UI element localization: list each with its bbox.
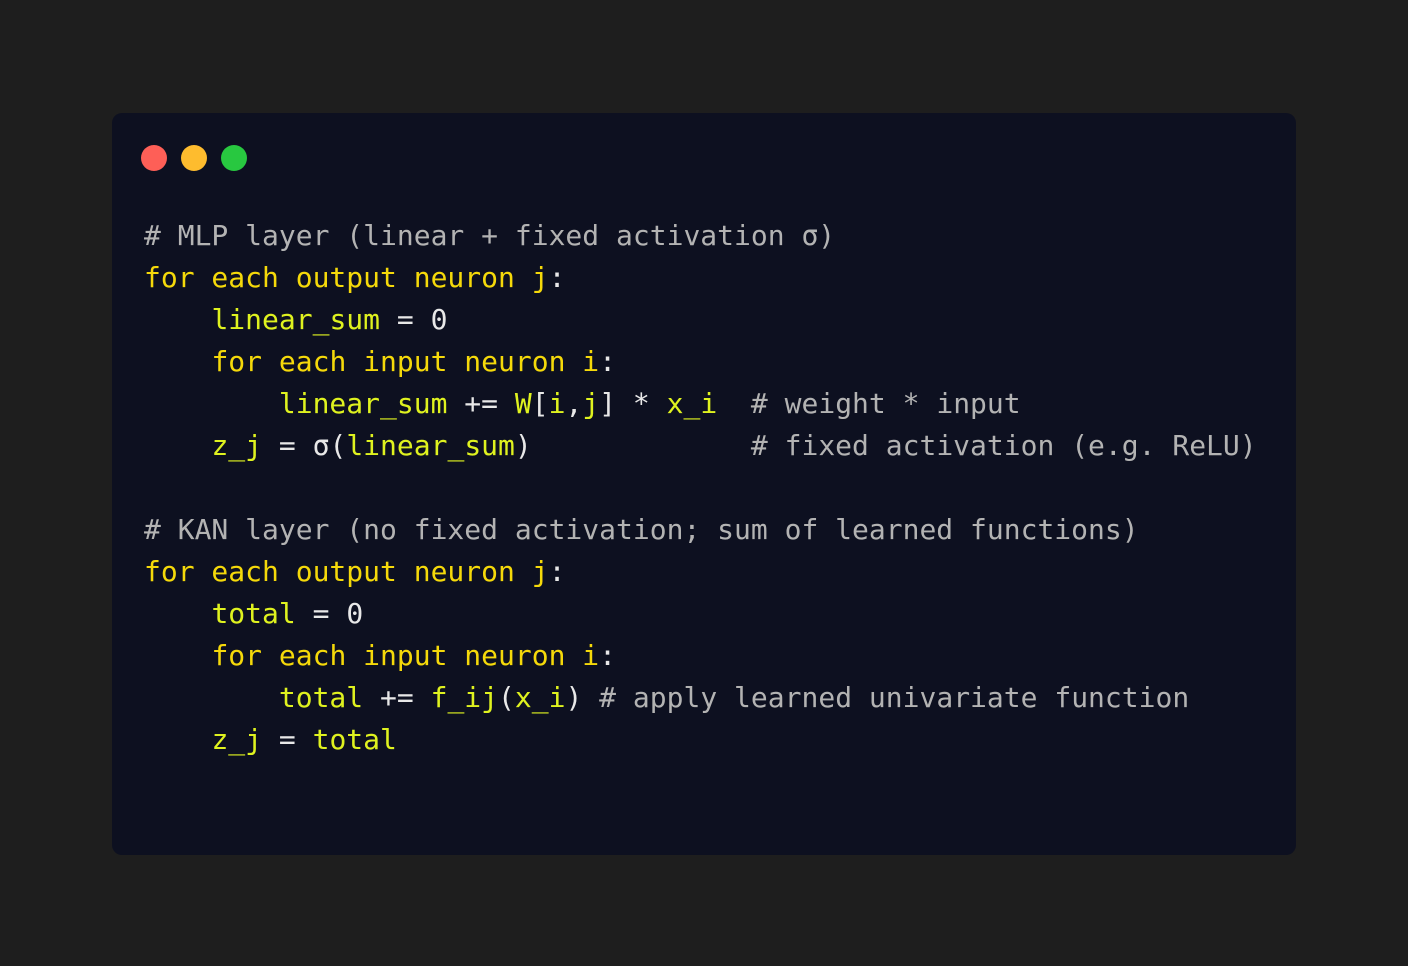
- code-token: # fixed activation (e.g. ReLU): [531, 429, 1257, 462]
- code-token: = σ(: [262, 429, 347, 462]
- code-token: linear_sum: [211, 303, 381, 336]
- code-token: ): [514, 429, 532, 462]
- code-token: ,: [565, 387, 583, 420]
- code-token: :: [548, 555, 566, 588]
- code-token: for each input neuron i: [211, 639, 600, 672]
- code-line: for each output neuron j:: [144, 257, 1257, 299]
- code-block: # MLP layer (linear + fixed activation σ…: [144, 215, 1257, 761]
- code-token: # KAN layer (no fixed activation; sum of…: [144, 513, 1139, 546]
- code-token: f_ij: [430, 681, 499, 714]
- code-token: i: [548, 387, 566, 420]
- code-token: 0: [430, 303, 448, 336]
- maximize-dot[interactable]: [221, 145, 247, 171]
- code-token: x_i: [666, 387, 718, 420]
- code-token: =: [295, 597, 347, 630]
- code-token: # apply learned univariate function: [582, 681, 1190, 714]
- code-token: =: [262, 723, 313, 756]
- code-token: z_j: [211, 723, 263, 756]
- code-token: (: [498, 681, 515, 714]
- code-line: # KAN layer (no fixed activation; sum of…: [144, 509, 1257, 551]
- code-line: linear_sum = 0: [144, 299, 1257, 341]
- window-controls: [141, 145, 247, 171]
- minimize-dot[interactable]: [181, 145, 207, 171]
- code-token: [: [531, 387, 549, 420]
- code-token: :: [599, 639, 617, 672]
- code-token: ): [565, 681, 583, 714]
- code-token: linear_sum: [346, 429, 515, 462]
- code-token: # MLP layer (linear + fixed activation σ…: [144, 219, 836, 252]
- code-line: linear_sum += W[i,j] * x_i # weight * in…: [144, 383, 1257, 425]
- code-token: # weight * input: [717, 387, 1021, 420]
- code-line: z_j = total: [144, 719, 1257, 761]
- code-token: z_j: [211, 429, 263, 462]
- code-token: +=: [447, 387, 515, 420]
- code-token: total: [278, 681, 364, 714]
- code-line: total = 0: [144, 593, 1257, 635]
- code-token: for each input neuron i: [211, 345, 600, 378]
- code-line: z_j = σ(linear_sum) # fixed activation (…: [144, 425, 1257, 467]
- code-token: =: [380, 303, 431, 336]
- code-token: +=: [363, 681, 431, 714]
- code-token: ] *: [599, 387, 667, 420]
- code-token: W: [514, 387, 532, 420]
- code-token: for each output neuron j: [144, 555, 549, 588]
- code-token: :: [599, 345, 617, 378]
- code-token: total: [312, 723, 397, 756]
- code-token: total: [211, 597, 296, 630]
- code-window: # MLP layer (linear + fixed activation σ…: [112, 113, 1296, 855]
- code-line: for each input neuron i:: [144, 341, 1257, 383]
- code-line: for each input neuron i:: [144, 635, 1257, 677]
- close-dot[interactable]: [141, 145, 167, 171]
- code-line: total += f_ij(x_i) # apply learned univa…: [144, 677, 1257, 719]
- code-token: :: [548, 261, 566, 294]
- code-line: # MLP layer (linear + fixed activation σ…: [144, 215, 1257, 257]
- code-token: for each output neuron j: [144, 261, 549, 294]
- code-token: linear_sum: [278, 387, 448, 420]
- code-token: j: [582, 387, 600, 420]
- code-token: 0: [346, 597, 364, 630]
- code-token: x_i: [514, 681, 566, 714]
- code-line: for each output neuron j:: [144, 551, 1257, 593]
